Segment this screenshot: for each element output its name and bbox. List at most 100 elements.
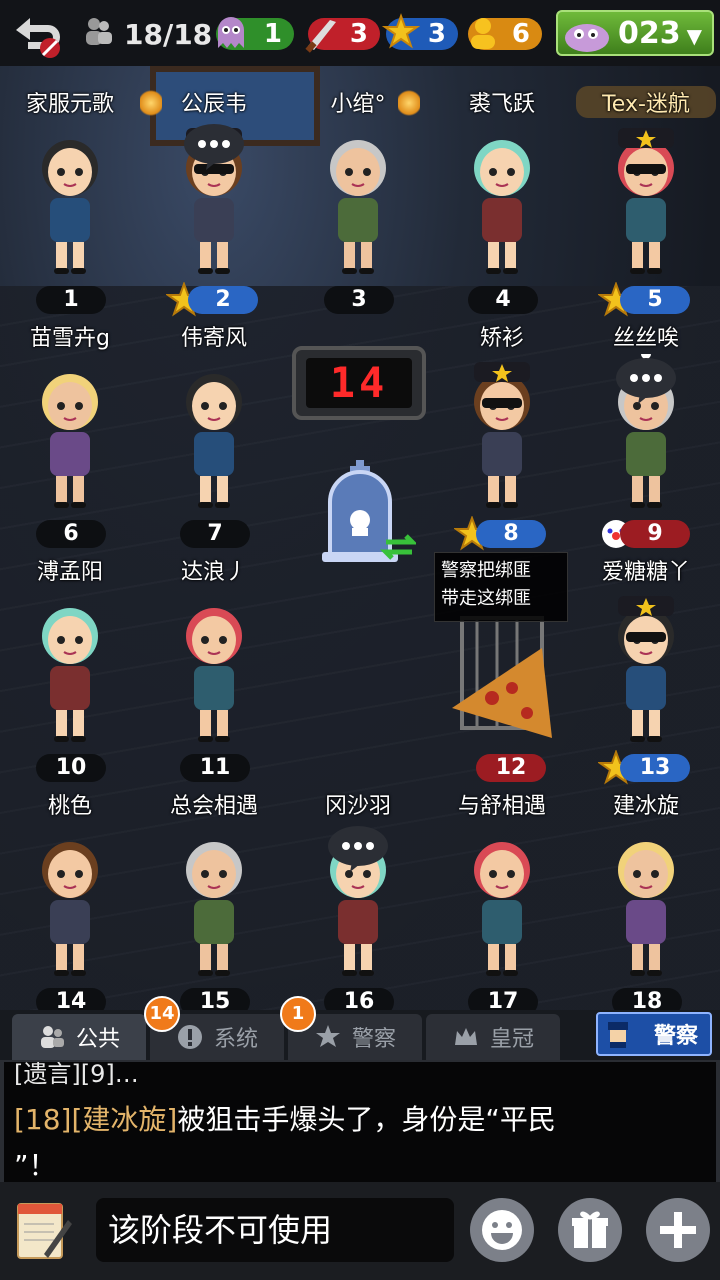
alert-icon xyxy=(177,1025,202,1049)
tombstone-icon xyxy=(322,460,416,562)
player-slot-11[interactable]: 达浪丿 11 xyxy=(144,554,284,784)
player-name: 建冰旋 xyxy=(612,794,679,819)
chat-message-death: [18][建冰旋]被狙击手爆头了，身份是“平民 xyxy=(14,1098,556,1138)
ghost-icon xyxy=(218,17,244,48)
player-slot-4[interactable]: 裘飞跃 4 xyxy=(432,86,572,316)
chat-player-name: [建冰旋] xyxy=(71,1103,178,1136)
seat-number: 7 xyxy=(180,520,250,548)
seat-number: 4 xyxy=(468,286,538,314)
bottom-bar: 该阶段不可使用 xyxy=(0,1182,720,1280)
room-monster-icon xyxy=(565,24,609,52)
player-slot-16[interactable]: 冈沙羽 16 xyxy=(288,788,428,1010)
player-avatar xyxy=(618,128,674,274)
player-slot-14[interactable]: 桃色 14 xyxy=(0,788,140,1010)
room-number: 023 xyxy=(618,16,681,51)
tab-crown[interactable]: 皇冠 xyxy=(426,1014,560,1060)
player-avatar xyxy=(42,608,98,742)
player-slot-5[interactable]: Tex-迷航 5 xyxy=(576,86,716,317)
gift-button[interactable] xyxy=(558,1198,622,1262)
player-slot-15[interactable]: 总会相遇 15 xyxy=(144,788,284,1010)
police-officer-icon xyxy=(608,1022,628,1048)
system-unread-badge: 14 xyxy=(144,996,180,1032)
chat-input[interactable]: 该阶段不可使用 xyxy=(96,1198,454,1262)
player-slot-10[interactable]: 溥孟阳 10 xyxy=(0,554,140,784)
player-avatar xyxy=(186,842,242,976)
player-avatar xyxy=(42,140,98,274)
tab-public-label: 公共 xyxy=(75,1027,120,1052)
chat-message-continuation: ”！ xyxy=(14,1149,57,1182)
emoji-button[interactable] xyxy=(470,1198,534,1262)
seat-number: 14 xyxy=(36,988,106,1010)
player-slot-17[interactable]: 与舒相遇 17 xyxy=(432,788,572,1010)
more-button[interactable] xyxy=(646,1198,710,1262)
player-name: 伟寄风 xyxy=(180,326,247,351)
seat-number: 16 xyxy=(324,988,394,1010)
player-slot-2[interactable]: 公辰韦 2 xyxy=(144,86,284,317)
player-slot-13[interactable]: 爱糖糖丫 13 xyxy=(576,554,716,785)
typing-bubble-icon xyxy=(328,826,388,872)
player-avatar xyxy=(618,596,674,742)
seat-number: 8 xyxy=(476,520,546,548)
game-stage: 家服元歌 1 公辰韦 2 小绾° 3 裘飞跃 4 Tex-迷航 5 苗雪卉g 6 伟寄风 7 矫衫 8 丝丝唉 9… xyxy=(0,66,720,1010)
player-avatar xyxy=(618,842,674,976)
player-slot-7[interactable]: 伟寄风 7 xyxy=(144,320,284,550)
player-avatar xyxy=(330,140,386,274)
player-name: 小绾° xyxy=(330,92,386,117)
chevron-down-icon: ▼ xyxy=(686,24,702,48)
player-slot-18[interactable]: 建冰旋 18 xyxy=(576,788,716,1010)
player-slot-9[interactable]: 丝丝唉 9 xyxy=(576,320,716,550)
back-button[interactable] xyxy=(6,10,66,60)
player-avatar xyxy=(474,362,530,508)
typing-bubble-icon xyxy=(184,124,244,170)
player-name: 爱糖糖丫 xyxy=(601,560,690,585)
player-slot-1[interactable]: 家服元歌 1 xyxy=(0,86,140,316)
seat-number: 2 xyxy=(188,286,258,314)
crown-icon xyxy=(454,1028,477,1045)
police-unread-badge: 1 xyxy=(280,996,316,1032)
player-name: 达浪丿 xyxy=(180,560,247,585)
police-count: 3 xyxy=(427,19,446,49)
gift-icon xyxy=(572,1211,608,1248)
seat-number: 1 xyxy=(36,286,106,314)
player-slot-3[interactable]: 小绾° 3 xyxy=(288,86,428,316)
player-slot-8[interactable]: 矫衫 8 xyxy=(432,320,572,551)
police-chat-label: 警察 xyxy=(653,1024,698,1049)
seat-number: 9 xyxy=(620,520,690,548)
player-name: 总会相遇 xyxy=(169,794,258,819)
player-name: 丝丝唉 xyxy=(612,326,679,351)
tab-system[interactable]: 系统 14 xyxy=(144,996,284,1060)
seat-number: 15 xyxy=(180,988,250,1010)
player-name: 溥孟阳 xyxy=(36,560,103,585)
timer-display: 14 xyxy=(306,358,412,408)
player-slot-6[interactable]: 苗雪卉g 6 xyxy=(0,320,140,550)
police-chat-button[interactable]: 警察 xyxy=(596,1012,712,1056)
killer-count-badge: 3 xyxy=(305,18,380,53)
tab-crown-label: 皇冠 xyxy=(489,1027,534,1052)
plus-icon xyxy=(660,1212,696,1248)
players-count: 18/18 xyxy=(124,18,213,51)
tab-public[interactable]: 公共 xyxy=(12,1014,146,1060)
seat-number: 3 xyxy=(324,286,394,314)
player-name: 矫衫 xyxy=(479,326,524,351)
seat-number: 5 xyxy=(620,286,690,314)
police-star-icon xyxy=(381,13,421,49)
player-name: 桃色 xyxy=(47,794,92,819)
chat-tabs: 公共 系统 14 警察 1 皇冠 警察 xyxy=(0,996,720,1060)
player-avatar xyxy=(186,374,242,508)
player-avatar xyxy=(474,140,530,274)
room-selector-button[interactable]: 023 ▼ xyxy=(556,10,714,56)
smiley-icon xyxy=(482,1210,522,1250)
ghost-count-badge: 1 xyxy=(216,17,294,50)
back-arrow-icon xyxy=(16,18,60,58)
star-badge-icon xyxy=(315,1025,340,1047)
chat-log[interactable]: [遗言][9]… [18][建冰旋]被狙击手爆头了，身份是“平民 ”！ xyxy=(0,1060,720,1182)
player-name: 与舒相遇 xyxy=(457,794,546,819)
player-avatar xyxy=(186,608,242,742)
player-name: Tex-迷航 xyxy=(576,86,716,118)
notebook-icon[interactable] xyxy=(14,1196,74,1262)
player-name: 裘飞跃 xyxy=(468,92,535,117)
ghost-count: 1 xyxy=(263,19,282,49)
tab-police[interactable]: 警察 1 xyxy=(280,996,422,1060)
knife-icon xyxy=(305,20,336,53)
seat-number: 13 xyxy=(620,754,690,782)
